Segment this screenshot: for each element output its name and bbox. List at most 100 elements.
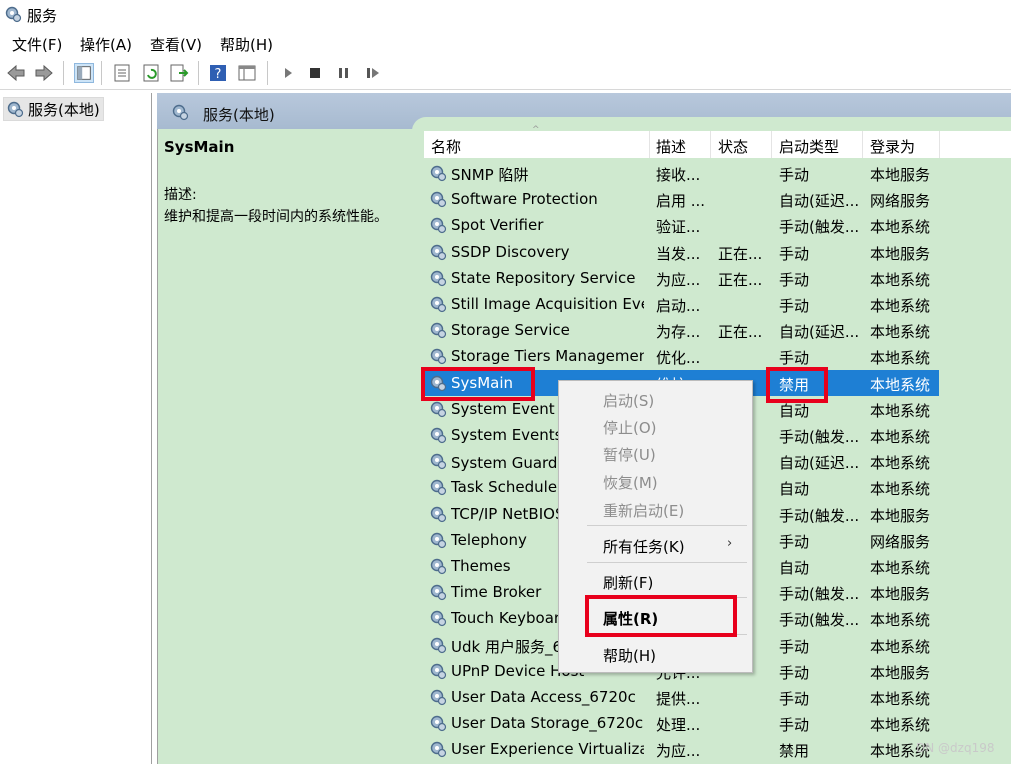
menu-item-refresh[interactable]: 刷新(F) [603,572,653,593]
service-gear-icon [430,401,447,417]
tree-item-services-local[interactable]: 服务(本地) [3,97,104,121]
menu-item-resume[interactable]: 恢复(M) [603,472,658,493]
cell-description: 验证... [656,218,701,237]
play-icon[interactable] [278,63,298,83]
column-header-name[interactable]: 名称 [431,136,461,157]
stop-icon[interactable] [305,63,325,83]
forward-arrow-icon[interactable] [34,63,54,83]
toolbar-separator [63,61,64,85]
cell-description: 接收... [656,166,701,184]
cell-startup-type: 手动 [779,244,810,263]
restart-icon[interactable] [363,63,383,83]
table-row[interactable]: User Experience Virtualizat...为应...禁用本地系… [424,736,939,762]
cell-logon-as: 本地系统 [870,690,931,708]
table-row[interactable]: Still Image Acquisition Eve... 启动... 手动 本地系… [424,291,939,317]
cell-startup-type: 手动 [779,690,810,708]
properties-icon[interactable] [112,63,132,83]
cell-description: 当发... [656,244,701,263]
menu-item-start[interactable]: 启动(S) [603,390,654,411]
menu-view[interactable]: 查看(V) [150,34,202,55]
cell-description: 处理... [656,716,701,735]
cell-description: 为存... [656,323,701,342]
window-title: 服务 [27,7,58,25]
table-row[interactable]: State Repository Service 为应... 正在... 手动 本地系统 [424,265,939,291]
svg-text:?: ? [215,67,222,82]
cell-startup-type: 手动(触发... [779,506,859,525]
table-row[interactable]: SNMP 陷阱 接收... 手动 本地服务 [424,160,939,186]
cell-logon-as: 本地系统 [870,401,931,420]
service-gear-icon [430,558,447,575]
column-divider[interactable] [771,131,772,158]
menu-help[interactable]: 帮助(H) [220,34,273,55]
cell-description: 启动... [656,297,701,315]
pause-icon[interactable] [334,63,354,83]
service-gear-icon [430,715,447,732]
cell-startup-type: 手动(触发... [779,218,859,237]
service-gear-icon [430,637,447,653]
service-gear-icon [430,506,447,522]
table-header: 名称 描述 状态 启动类型 登录为 [424,131,1011,158]
column-header-startup-type[interactable]: 启动类型 [779,136,839,157]
menu-item-all-tasks[interactable]: 所有任务(K) [603,536,685,557]
column-divider[interactable] [710,131,711,158]
menu-separator [587,562,747,563]
menu-item-restart[interactable]: 重新启动(E) [603,500,684,521]
sort-indicator-icon: ^ [532,125,540,135]
cell-name: User Data Access_6720c [451,688,636,706]
service-gear-icon [430,244,447,260]
toolbar-separator [198,61,199,85]
table-row[interactable]: Storage Tiers Management 优化... 手动 本地系统 [424,343,939,369]
column-divider[interactable] [939,131,940,158]
description-text: 维护和提高一段时间内的系统性能。 [164,209,388,225]
column-header-logon-as[interactable]: 登录为 [870,136,915,157]
selected-service-name: SysMain [164,138,235,156]
toolbar-separator [267,61,268,85]
refresh-icon[interactable] [141,63,161,83]
service-gear-icon [430,689,447,706]
cell-startup-type: 手动 [779,297,810,315]
export-list-icon[interactable] [169,63,189,83]
cell-logon-as: 本地系统 [870,375,931,394]
cell-status: 正在... [718,270,763,289]
cell-description: 启用 ... [656,192,706,211]
cell-name: Spot Verifier [451,216,544,235]
menu-action[interactable]: 操作(A) [80,34,132,55]
menu-item-pause[interactable]: 暂停(U) [603,444,656,465]
highlight-startup-type [766,367,828,403]
menu-item-stop[interactable]: 停止(O) [603,417,657,438]
cell-logon-as: 网络服务 [870,532,931,551]
table-row[interactable]: Storage Service 为存... 正在... 自动(延迟... 本地系统 [424,317,939,343]
table-row[interactable]: User Data Access_6720c 提供... 手动 本地系统 [424,684,939,710]
show-hide-tree-icon[interactable] [74,63,94,83]
table-row[interactable]: User Data Storage_6720c 处理... 手动 本地系统 [424,710,939,736]
cell-startup-type: 自动(延迟... [779,323,859,342]
service-gear-icon [430,611,447,627]
menu-item-help[interactable]: 帮助(H) [603,645,656,666]
cell-logon-as: 本地服务 [870,663,931,682]
help-icon[interactable]: ? [208,63,228,83]
column-header-status[interactable]: 状态 [718,136,748,157]
header-tab-shape [412,117,1011,131]
column-header-description[interactable]: 描述 [656,136,686,157]
cell-logon-as: 本地系统 [870,323,931,342]
service-gear-icon [430,218,447,234]
cell-logon-as: 本地系统 [870,454,931,473]
cell-logon-as: 本地服务 [870,506,931,525]
view-icon[interactable] [237,63,257,83]
column-divider[interactable] [649,131,650,158]
table-row[interactable]: Software Protection 启用 ... 自动(延迟... 网络服务 [424,186,939,212]
back-arrow-icon[interactable] [6,63,26,83]
column-divider[interactable] [862,131,863,158]
service-gear-icon [430,191,447,208]
menu-file[interactable]: 文件(F) [12,34,62,55]
cell-name: SSDP Discovery [451,242,570,261]
services-gear-icon [5,6,22,23]
table-row[interactable]: Spot Verifier 验证... 手动(触发... 本地系统 [424,212,939,238]
toolbar: ? [0,57,1011,90]
cell-logon-as: 本地系统 [870,611,931,630]
cell-startup-type: 手动 [779,270,810,289]
table-row[interactable]: SSDP Discovery 当发... 正在... 手动 本地服务 [424,239,939,265]
cell-startup-type: 手动(触发... [779,428,859,446]
highlight-properties [585,595,737,637]
cell-description: 为应... [656,742,701,761]
